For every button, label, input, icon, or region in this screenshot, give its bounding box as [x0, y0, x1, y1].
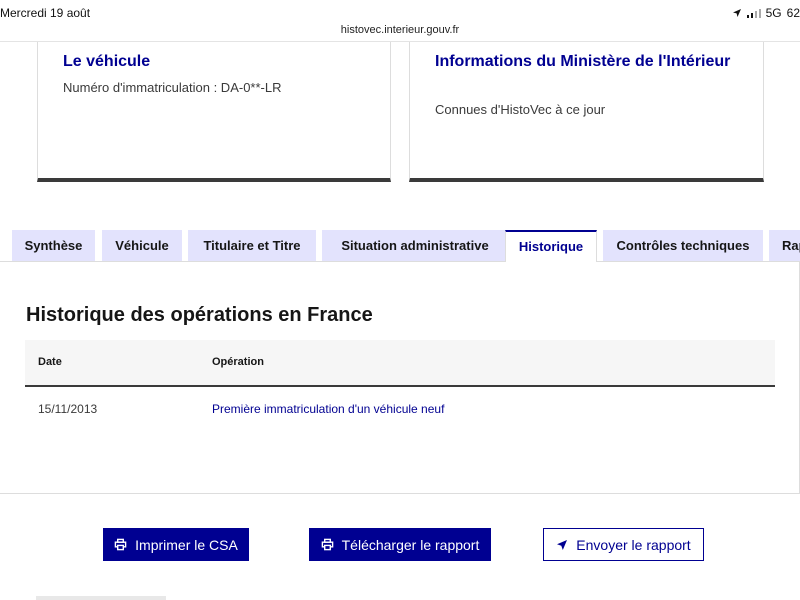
printer-icon — [321, 538, 333, 551]
tab-historique[interactable]: Historique — [505, 230, 597, 262]
send-report-button[interactable]: Envoyer le rapport — [543, 528, 704, 561]
column-header-operation: Opération — [212, 356, 264, 368]
print-csa-label: Imprimer le CSA — [135, 536, 238, 553]
section-title: Historique des opérations en France — [26, 304, 373, 326]
printer-icon — [114, 538, 127, 551]
history-table: Date Opération 15/11/2013 Première immat… — [25, 340, 775, 432]
network-type: 5G — [765, 6, 782, 20]
footer-edge — [36, 596, 166, 600]
ministry-card: Informations du Ministère de l'Intérieur… — [409, 42, 764, 182]
row-operation: Première immatriculation d'un véhicule n… — [212, 402, 445, 416]
location-arrow-icon — [732, 9, 741, 17]
tab-rapport[interactable]: Rapport — [769, 230, 800, 262]
tab-titulaire[interactable]: Titulaire et Titre — [188, 230, 316, 262]
history-panel: Historique des opérations en France Date… — [0, 261, 800, 494]
tab-synthese[interactable]: Synthèse — [12, 230, 95, 262]
send-report-label: Envoyer le rapport — [576, 536, 691, 553]
ministry-card-title: Informations du Ministère de l'Intérieur — [435, 53, 731, 70]
signal-icon — [746, 8, 761, 18]
row-date: 15/11/2013 — [38, 402, 98, 416]
tab-vehicule[interactable]: Véhicule — [102, 230, 182, 262]
vehicle-card-title: Le véhicule — [63, 53, 151, 70]
print-csa-button[interactable]: Imprimer le CSA — [103, 528, 249, 561]
tab-bar: Synthèse Véhicule Titulaire et Titre Sit… — [12, 230, 800, 262]
send-arrow-icon — [557, 539, 568, 550]
vehicle-plate-number: Numéro d'immatriculation : DA-0**-LR — [63, 80, 282, 95]
address-bar-url[interactable]: histovec.interieur.gouv.fr — [0, 24, 800, 36]
status-bar: Mercredi 19 août 5G 62 — [0, 0, 800, 22]
download-report-button[interactable]: Télécharger le rapport — [309, 528, 491, 561]
ministry-card-subtitle: Connues d'HistoVec à ce jour — [435, 102, 606, 117]
tab-controles-techniques[interactable]: Contrôles techniques — [603, 230, 763, 262]
status-date: Mercredi 19 août — [0, 6, 91, 20]
column-header-date: Date — [38, 356, 62, 368]
status-right: 5G 62 — [732, 6, 800, 20]
download-report-label: Télécharger le rapport — [341, 536, 480, 553]
vehicle-card: Le véhicule Numéro d'immatriculation : D… — [37, 42, 391, 182]
table-row: 15/11/2013 Première immatriculation d'un… — [25, 387, 775, 432]
battery-level: 62 — [786, 6, 800, 20]
table-header: Date Opération — [25, 340, 775, 387]
tab-situation-administrative[interactable]: Situation administrative — [322, 230, 508, 262]
